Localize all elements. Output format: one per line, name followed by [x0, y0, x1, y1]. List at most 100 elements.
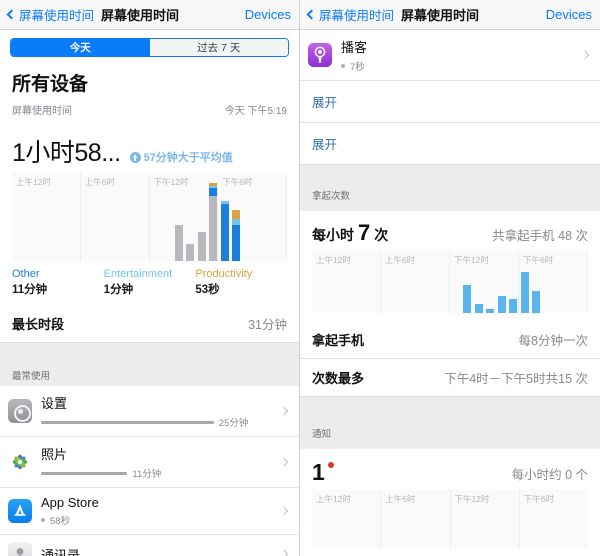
- list-item-podcasts[interactable]: 播客 7秒: [300, 30, 600, 81]
- right-navbar: 屏幕使用时间 屏幕使用时间 Devices: [300, 0, 600, 30]
- podcasts-meter: 7秒: [341, 59, 582, 73]
- longest-session-row[interactable]: 最长时段 31分钟: [0, 305, 299, 343]
- legend-value: 53秒: [195, 284, 220, 296]
- pickup-frequency-row[interactable]: 拿起手机 每8分钟一次: [300, 321, 600, 359]
- left-navbar: 屏幕使用时间 屏幕使用时间 Devices: [0, 0, 299, 30]
- tab-today[interactable]: 今天: [11, 39, 150, 56]
- all-devices-title: 所有设备: [12, 74, 89, 95]
- meter-dot-icon: [41, 518, 45, 522]
- back-label-right: 屏幕使用时间: [319, 9, 395, 23]
- section-spacer-notifications: [300, 397, 600, 417]
- chart-bar-segment: [232, 225, 240, 261]
- dual-screenshot-container: 屏幕使用时间 屏幕使用时间 Devices 今天 过去 7 天 所有设备 屏幕使…: [0, 0, 600, 556]
- list-item-info: 设置 25分钟: [41, 393, 281, 429]
- app-duration: 11分钟: [132, 469, 162, 480]
- notifications-count: 1: [312, 459, 325, 485]
- app-duration: 58秒: [50, 516, 71, 527]
- average-comparison-label: 57分钟大于平均值: [143, 152, 233, 164]
- settings-icon: [8, 399, 32, 423]
- podcasts-info: 播客 7秒: [341, 37, 582, 73]
- chevron-right-icon: [580, 50, 590, 60]
- app-name: 通讯录: [41, 547, 81, 556]
- chevron-left-icon: [6, 9, 17, 20]
- pickups-suffix: 次: [374, 227, 389, 243]
- average-comparison: 57分钟大于平均值: [129, 149, 233, 169]
- chart-bar: [463, 285, 471, 313]
- subrow-timestamp: 今天 下午5:19: [224, 106, 287, 117]
- notifications-count-wrap: 1: [312, 459, 334, 486]
- arrow-up-circle-icon: [129, 151, 141, 163]
- longest-session-label: 最长时段: [12, 317, 65, 332]
- chart-bar: [174, 225, 183, 261]
- longest-session-value: 31分钟: [248, 318, 287, 332]
- meter-dot-icon: [341, 64, 345, 68]
- screen-time-chart-block: 1小时58... 57分钟大于平均值 上午12时 上午6时 下午12时 下午6时…: [0, 127, 299, 305]
- legend-value: 1分钟: [103, 284, 134, 296]
- pickups-total: 共拿起手机 48 次: [492, 229, 588, 243]
- pickups-bar-chart: 上午12时 上午6时 下午12时 下午6时: [312, 251, 588, 313]
- chart-bar: [197, 231, 206, 261]
- usage-meter: 58秒: [41, 513, 281, 527]
- list-item[interactable]: 通讯录: [0, 535, 299, 556]
- period-segmented-control[interactable]: 今天 过去 7 天: [0, 30, 299, 63]
- devices-button[interactable]: Devices: [245, 7, 291, 22]
- podcasts-name: 播客: [341, 40, 368, 55]
- app-name: 设置: [41, 396, 68, 411]
- chart-bar: [532, 290, 540, 313]
- list-item-info: App Store 58秒: [41, 495, 281, 527]
- list-item[interactable]: App Store 58秒: [0, 488, 299, 535]
- subrow-label: 屏幕使用时间: [12, 106, 72, 117]
- most-pickups-row[interactable]: 次数最多 下午4时－下午5时共15 次: [300, 359, 600, 397]
- devices-button-right[interactable]: Devices: [546, 7, 592, 22]
- expand-link-1[interactable]: 展开: [300, 81, 600, 123]
- chart-bar-segment: [197, 231, 206, 261]
- notif-tick-3: 下午6时: [523, 494, 554, 504]
- section-spacer: [0, 343, 299, 359]
- pickups-header: 拿起次数: [300, 179, 600, 211]
- chart-bar: [474, 303, 483, 313]
- legend-label: Other: [12, 268, 40, 280]
- most-pickups-value: 下午4时－下午5时共15 次: [444, 372, 588, 386]
- notif-tick-2: 下午12时: [454, 494, 490, 504]
- app-name: 照片: [41, 447, 68, 462]
- list-item[interactable]: 照片 11分钟: [0, 437, 299, 488]
- screen-time-legend: Other 11分钟 Entertainment 1分钟 Productivity 53秒: [12, 261, 287, 305]
- most-used-header: 最常使用: [0, 359, 299, 386]
- chevron-left-icon: [306, 9, 317, 20]
- podcasts-icon: [308, 43, 332, 67]
- podcasts-duration: 7秒: [350, 62, 365, 73]
- legend-label: Entertainment: [103, 268, 173, 280]
- page-title-right: 屏幕使用时间: [401, 8, 480, 23]
- usage-meter-bar: [41, 420, 214, 424]
- back-label: 屏幕使用时间: [19, 9, 95, 23]
- chart-bar: [232, 209, 240, 261]
- chart-bar-segment: [220, 203, 229, 261]
- section-spacer-right: [300, 165, 600, 179]
- app-duration: 25分钟: [218, 418, 249, 429]
- app-name: App Store: [41, 495, 99, 510]
- right-panel: 屏幕使用时间 屏幕使用时间 Devices 播客 7秒 展开 展开 拿起次数 每…: [300, 0, 600, 556]
- chart-bar-segment: [186, 243, 194, 261]
- most-pickups-label: 次数最多: [312, 371, 365, 386]
- chevron-right-icon: [279, 549, 289, 556]
- chevron-right-icon: [279, 406, 289, 416]
- list-item[interactable]: 设置 25分钟: [0, 386, 299, 437]
- back-button-right[interactable]: 屏幕使用时间: [306, 5, 395, 24]
- tab-last-7-days[interactable]: 过去 7 天: [149, 39, 288, 56]
- expand-link-2[interactable]: 展开: [300, 123, 600, 165]
- usage-meter-bar: [41, 471, 128, 475]
- back-button[interactable]: 屏幕使用时间: [6, 5, 95, 24]
- chart-bar-segment: [209, 196, 217, 261]
- chevron-right-icon: [279, 506, 289, 516]
- notifications-summary: 1 每小时约 0 个: [300, 449, 600, 490]
- chart-bar: [509, 298, 517, 313]
- page-title: 屏幕使用时间: [101, 8, 180, 23]
- chart-bar-segment: [174, 225, 183, 261]
- notifications-rate: 每小时约 0 个: [511, 468, 588, 482]
- screen-time-subrow: 屏幕使用时间 今天 下午5:19: [0, 100, 299, 127]
- legend-item: Productivity 53秒: [195, 268, 287, 297]
- notif-tick-0: 上午12时: [316, 494, 351, 504]
- notif-tick-1: 上午6时: [385, 494, 416, 504]
- pickups-per-hour: 每小时 7 次: [312, 220, 388, 246]
- pickups-summary: 每小时 7 次 共拿起手机 48 次: [300, 211, 600, 251]
